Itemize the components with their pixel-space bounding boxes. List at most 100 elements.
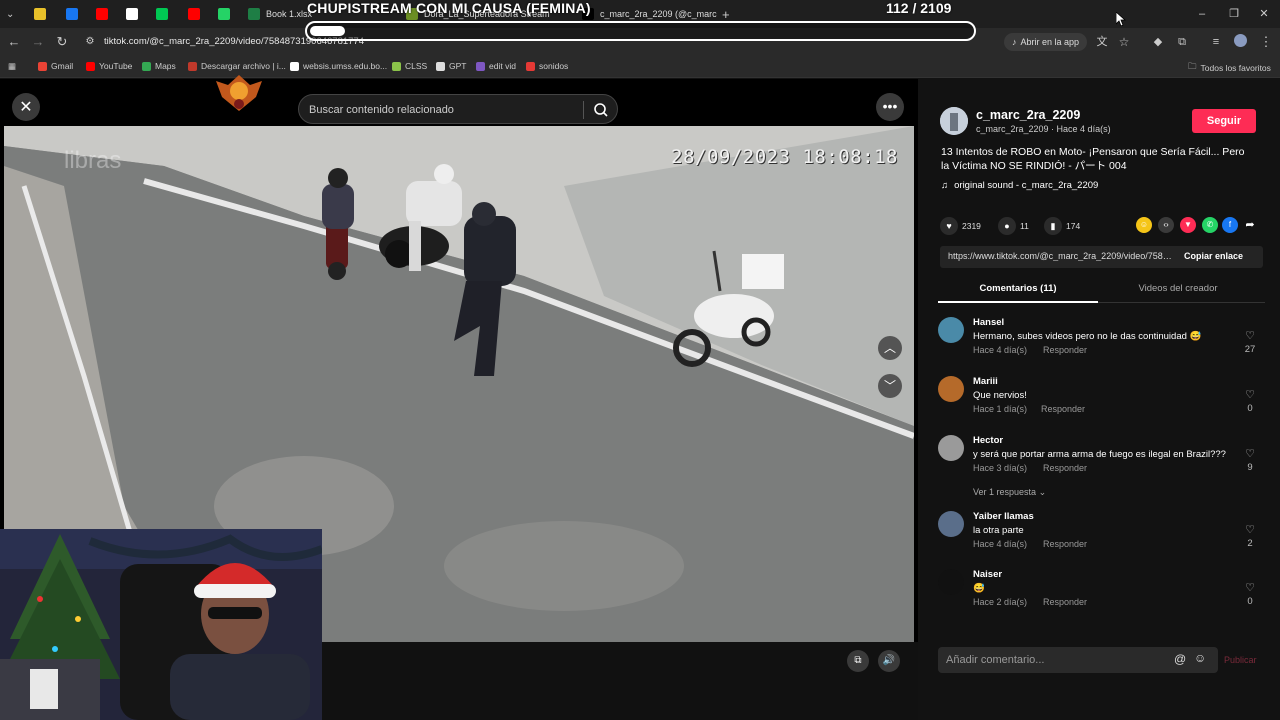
music-note-icon: ♫ (941, 180, 949, 191)
see-replies-link[interactable]: Ver 1 respuesta ⌄ (973, 487, 1046, 498)
comment-like-heart-icon[interactable]: ♡ (1240, 447, 1260, 460)
tab-search-icon[interactable]: ⌄ (6, 4, 14, 24)
bookmark-item[interactable]: YouTube (86, 61, 132, 71)
comment-avatar[interactable] (938, 511, 964, 537)
volume-icon[interactable]: 🔊 (878, 650, 900, 672)
forward-arrow-icon[interactable]: → (30, 34, 46, 50)
open-in-app-button[interactable]: ♪ Abrir en la app (1004, 33, 1088, 51)
emoji-icon[interactable]: ☺ (1194, 651, 1206, 665)
follow-button[interactable]: Seguir (1192, 109, 1256, 133)
bookmark-item[interactable]: websis.umss.edu.bo... (290, 61, 387, 71)
publish-button[interactable]: Publicar (1224, 655, 1257, 665)
comment-time: Hace 4 día(s) (973, 345, 1028, 355)
browser-tab[interactable] (188, 4, 200, 24)
reading-list-icon[interactable]: ≡ (1208, 34, 1224, 50)
profile-avatar[interactable] (1232, 34, 1248, 50)
comment-like-count: 27 (1244, 344, 1256, 355)
tab-label: Book 1.xlsx (266, 9, 313, 19)
comment-reply-button[interactable]: Responder (1043, 463, 1087, 473)
browser-tab[interactable]: Book 1.xlsx (248, 4, 312, 24)
more-options-icon[interactable]: ••• (876, 93, 904, 121)
sound-link[interactable]: ♫ original sound - c_marc_2ra_2209 (941, 180, 1098, 191)
comment-like-heart-icon[interactable]: ♡ (1240, 388, 1260, 401)
close-video-button[interactable]: ✕ (12, 93, 40, 121)
save-stat[interactable]: ▮ 174 (1044, 217, 1080, 235)
bookmark-item[interactable]: Gmail (38, 61, 73, 71)
reload-icon[interactable]: ↻ (54, 34, 70, 50)
tab-comments[interactable]: Comentarios (11) (938, 283, 1098, 294)
like-stat[interactable]: ♥ 2319 (940, 217, 981, 235)
browser-tab[interactable] (218, 4, 230, 24)
stream-progress-bar (305, 21, 976, 41)
comment-reply-button[interactable]: Responder (1043, 597, 1087, 607)
restore-icon[interactable]: ❐ (1226, 6, 1242, 22)
all-bookmarks-folder[interactable]: 🗀 Todos los favoritos (1188, 61, 1271, 75)
creator-subline: c_marc_2ra_2209 · Hace 4 día(s) (976, 124, 1111, 134)
apps-grid-icon[interactable]: ▦ (8, 61, 16, 72)
bookmark-item[interactable]: edit vid (476, 61, 516, 71)
creator-name[interactable]: c_marc_2ra_2209 (976, 108, 1080, 122)
share-link-row: https://www.tiktok.com/@c_marc_2ra_2209/… (940, 246, 1263, 268)
previous-video-chevron-up-icon[interactable]: ︿ (878, 336, 902, 360)
copy-link-button[interactable]: Copiar enlace (1184, 251, 1243, 261)
comment-item: Yaiber llamas la otra parte Hace 4 día(s) R… (938, 511, 1268, 561)
send-friend-icon[interactable]: ▼ (1180, 217, 1196, 233)
comment-username[interactable]: Yaiber llamas (973, 511, 1034, 522)
comment-like-count: 0 (1247, 596, 1253, 607)
comment-input[interactable] (946, 652, 1166, 668)
whatsapp-icon[interactable]: ✆ (1202, 217, 1218, 233)
search-icon[interactable] (593, 102, 609, 118)
back-arrow-icon[interactable]: ← (6, 34, 22, 50)
bookmark-item[interactable]: Descargar archivo | i... (188, 61, 286, 71)
comment-item: Hansel Hermano, subes videos pero no le d… (938, 317, 1268, 367)
comment-like-heart-icon[interactable]: ♡ (1240, 523, 1260, 536)
comment-reply-button[interactable]: Responder (1043, 539, 1087, 549)
comment-username[interactable]: Mariii (973, 376, 998, 387)
comment-username[interactable]: Hansel (973, 317, 1004, 328)
comment-like-count: 9 (1247, 462, 1253, 473)
comment-username[interactable]: Naiser (973, 569, 1002, 580)
minimize-icon[interactable]: – (1194, 6, 1210, 22)
streamer-webcam (0, 529, 322, 720)
comment-like-heart-icon[interactable]: ♡ (1240, 581, 1260, 594)
next-video-chevron-down-icon[interactable]: ﹀ (878, 374, 902, 398)
share-arrow-icon[interactable]: ➦ (1242, 217, 1258, 233)
bookmark-item[interactable]: CLSS (392, 61, 427, 71)
close-window-icon[interactable]: ✕ (1256, 6, 1272, 22)
tab-creator-videos[interactable]: Videos del creador (1098, 283, 1258, 294)
comment-avatar[interactable] (938, 435, 964, 461)
bookmark-label: edit vid (489, 61, 516, 71)
creator-avatar[interactable] (940, 107, 968, 135)
browser-menu-icon[interactable]: ⋮ (1258, 34, 1274, 50)
site-info-icon[interactable]: ⚙ (82, 34, 98, 50)
comment-username[interactable]: Hector (973, 435, 1003, 446)
facebook-icon[interactable]: f (1222, 217, 1238, 233)
related-search-input[interactable] (309, 101, 579, 119)
comment-avatar[interactable] (938, 376, 964, 402)
comment-avatar[interactable] (938, 317, 964, 343)
bookmark-item[interactable]: sonidos (526, 61, 568, 71)
browser-tab[interactable] (126, 4, 138, 24)
comment-reply-button[interactable]: Responder (1041, 404, 1085, 414)
extensions-puzzle-icon[interactable]: ⧉ (1174, 34, 1190, 50)
browser-tab[interactable] (66, 4, 78, 24)
translate-icon[interactable]: 文 (1094, 34, 1110, 50)
comment-stat[interactable]: ● 11 (998, 217, 1029, 235)
comment-reply-button[interactable]: Responder (1043, 345, 1087, 355)
share-link-text[interactable]: https://www.tiktok.com/@c_marc_2ra_2209/… (948, 251, 1173, 261)
mention-icon[interactable]: @ (1174, 652, 1186, 666)
extension-diamond-icon[interactable]: ◆ (1150, 34, 1166, 50)
bookmark-star-icon[interactable]: ☆ (1116, 34, 1132, 50)
embed-code-icon[interactable]: ‹› (1158, 217, 1174, 233)
picture-in-picture-icon[interactable]: ⧉ (847, 650, 869, 672)
bookmark-item[interactable]: GPT (436, 61, 466, 71)
search-divider (583, 101, 584, 119)
repost-icon[interactable]: ☺ (1136, 217, 1152, 233)
comment-avatar[interactable] (938, 569, 964, 595)
browser-tab[interactable] (96, 4, 108, 24)
comment-text: Hermano, subes videos pero no le das con… (973, 331, 1202, 342)
browser-tab[interactable] (34, 4, 46, 24)
browser-tab[interactable] (156, 4, 168, 24)
bookmark-item[interactable]: Maps (142, 61, 176, 71)
comment-like-heart-icon[interactable]: ♡ (1240, 329, 1260, 342)
